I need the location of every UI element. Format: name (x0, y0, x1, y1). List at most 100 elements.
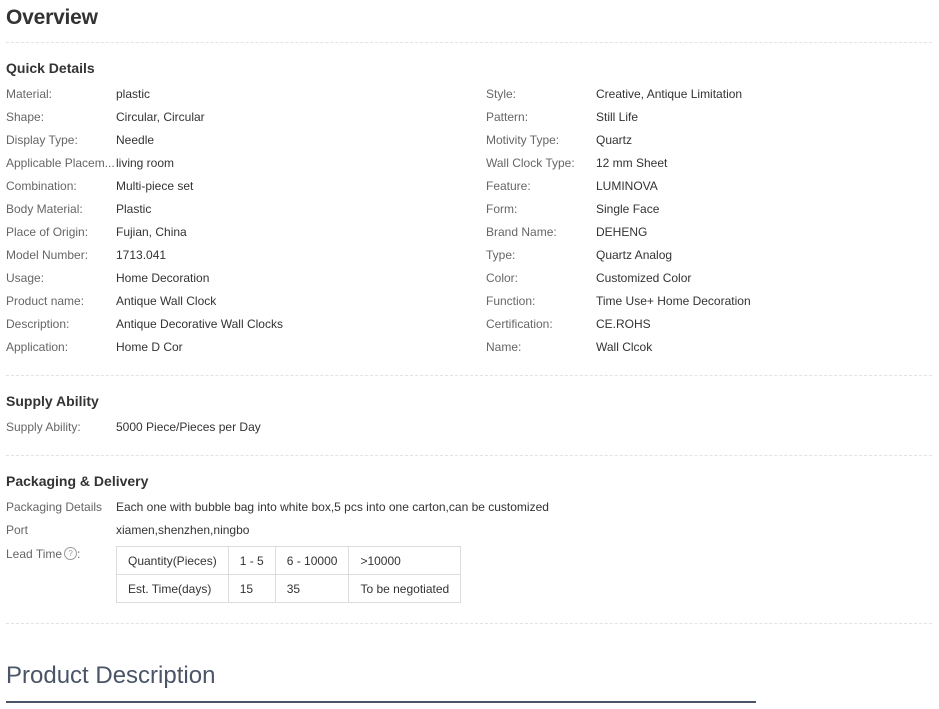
attr-row: Certification: CE.ROHS (486, 314, 932, 337)
attr-value: Antique Decorative Wall Clocks (116, 317, 283, 331)
attr-row: Motivity Type: Quartz (486, 130, 932, 153)
attr-value: Quartz Analog (596, 248, 673, 262)
attr-label: Brand Name: (486, 225, 557, 239)
divider (6, 375, 932, 376)
attr-label: Color: (486, 271, 519, 285)
attr-row: Applicable Placem... living room (6, 153, 486, 176)
attr-value: CE.ROHS (596, 317, 651, 331)
product-detail-page: Overview Quick Details Material: plastic … (0, 0, 939, 709)
table-cell: 1 - 5 (227, 546, 276, 575)
attr-value: Wall Clcok (596, 340, 653, 354)
attr-label: Type: (486, 248, 516, 262)
attr-row: Pattern: Still Life (486, 107, 932, 130)
attr-value: Still Life (596, 110, 639, 124)
attr-value: Fujian, China (116, 225, 187, 239)
attr-label: Pattern: (486, 110, 529, 124)
attr-value: Time Use+ Home Decoration (596, 294, 751, 308)
lead-time-table: Quantity(Pieces) 1 - 5 6 - 10000 >10000 … (116, 546, 462, 603)
table-cell: 35 (274, 574, 350, 603)
attr-label: Shape: (6, 110, 45, 124)
attr-row: Shape: Circular, Circular (6, 107, 486, 130)
attr-row: Application: Home D Cor (6, 337, 486, 360)
attr-value: Antique Wall Clock (116, 294, 217, 308)
attr-row: Material: plastic (6, 84, 486, 107)
attr-row: Model Number: 1713.041 (6, 245, 486, 268)
attr-label: Style: (486, 87, 517, 101)
attr-row: Function: Time Use+ Home Decoration (486, 291, 932, 314)
quick-details-grid: Material: plastic Style: Creative, Antique… (6, 84, 932, 360)
supply-ability-value: 5000 Piece/Pieces per Day (116, 420, 261, 434)
help-icon[interactable]: ? (64, 547, 78, 561)
attr-row: Feature: LUMINOVA (486, 176, 932, 199)
table-row: Est. Time(days) 15 35 To be negotiated (116, 574, 462, 603)
attr-row: Usage: Home Decoration (6, 268, 486, 291)
attr-value: Quartz (596, 133, 633, 147)
packaging-details-value: Each one with bubble bag into white box,… (116, 500, 549, 514)
table-cell: 6 - 10000 (274, 546, 350, 575)
attr-value: Circular, Circular (116, 110, 205, 124)
attr-label: Description: (6, 317, 70, 331)
table-cell: 15 (227, 574, 276, 603)
attr-value: Customized Color (596, 271, 692, 285)
quick-details-title: Quick Details (6, 60, 95, 76)
lead-time-label: Lead Time (6, 547, 63, 561)
divider (6, 455, 932, 456)
attr-row: Brand Name: DEHENG (486, 222, 932, 245)
attr-value: DEHENG (596, 225, 648, 239)
supply-ability-label: Supply Ability: (6, 420, 81, 434)
attr-row: Product name: Antique Wall Clock (6, 291, 486, 314)
lead-time-row: Lead Time?: (6, 544, 116, 564)
attr-label: Applicable Placem... (6, 156, 115, 170)
overview-title: Overview (6, 6, 98, 29)
attr-label: Model Number: (6, 248, 89, 262)
attr-row: Combination: Multi-piece set (6, 176, 486, 199)
port-row: Port xiamen,shenzhen,ningbo (6, 520, 249, 540)
attr-value: Home D Cor (116, 340, 183, 354)
attr-label: Product name: (6, 294, 85, 308)
packaging-details-label: Packaging Details (6, 500, 103, 514)
divider (6, 42, 932, 43)
attr-label: Combination: (6, 179, 77, 193)
attr-label: Certification: (486, 317, 553, 331)
attr-value: plastic (116, 87, 151, 101)
attr-row: Name: Wall Clcok (486, 337, 932, 360)
attr-row: Style: Creative, Antique Limitation (486, 84, 932, 107)
divider (6, 623, 932, 624)
attr-label: Form: (486, 202, 518, 216)
attr-row: Type: Quartz Analog (486, 245, 932, 268)
table-cell: Est. Time(days) (116, 574, 229, 603)
attr-label: Usage: (6, 271, 45, 285)
attr-label: Motivity Type: (486, 133, 560, 147)
attr-label: Application: (6, 340, 69, 354)
attr-row: Place of Origin: Fujian, China (6, 222, 486, 245)
product-description-underline (6, 701, 756, 703)
table-cell: Quantity(Pieces) (116, 546, 229, 575)
attr-label: Feature: (486, 179, 531, 193)
attr-label: Body Material: (6, 202, 83, 216)
attr-label: Wall Clock Type: (486, 156, 575, 170)
table-row: Quantity(Pieces) 1 - 5 6 - 10000 >10000 (116, 546, 462, 575)
attr-value: Multi-piece set (116, 179, 194, 193)
packaging-delivery-title: Packaging & Delivery (6, 473, 149, 489)
attr-value: 1713.041 (116, 248, 167, 262)
lead-time-colon: : (77, 547, 81, 561)
attr-value: 12 mm Sheet (596, 156, 668, 170)
attr-value: Needle (116, 133, 155, 147)
table-cell: To be negotiated (348, 574, 462, 603)
attr-row: Description: Antique Decorative Wall Cloc… (6, 314, 486, 337)
attr-row: Body Material: Plastic (6, 199, 486, 222)
attr-label: Place of Origin: (6, 225, 89, 239)
packaging-details-row: Packaging Details Each one with bubble b… (6, 497, 549, 517)
attr-label: Material: (6, 87, 53, 101)
port-label: Port (6, 523, 29, 537)
attr-value: Plastic (116, 202, 152, 216)
attr-row: Color: Customized Color (486, 268, 932, 291)
port-value: xiamen,shenzhen,ningbo (116, 523, 250, 537)
attr-value: Home Decoration (116, 271, 210, 285)
attr-value: Creative, Antique Limitation (596, 87, 743, 101)
attr-value: LUMINOVA (596, 179, 658, 193)
attr-value: Single Face (596, 202, 660, 216)
attr-value: living room (116, 156, 175, 170)
attr-label: Name: (486, 340, 522, 354)
attr-label: Display Type: (6, 133, 78, 147)
